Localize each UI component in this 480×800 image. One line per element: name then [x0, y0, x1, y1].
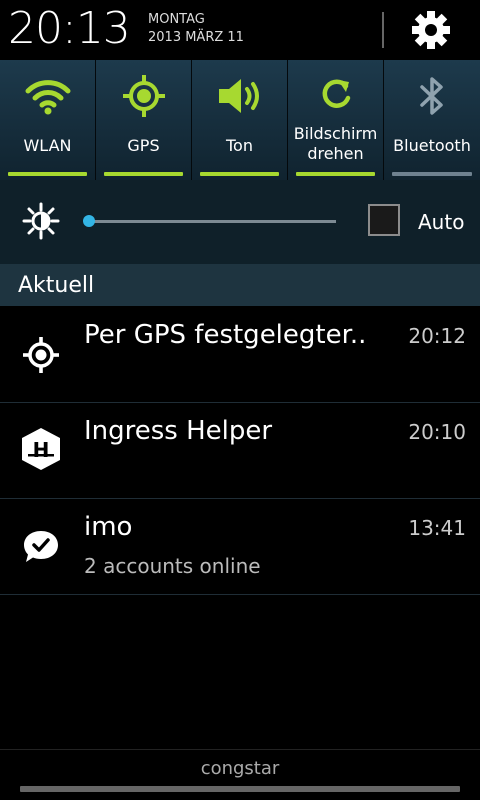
toggle-indicator — [8, 172, 87, 176]
header-divider — [382, 12, 384, 48]
auto-brightness-label: Auto — [418, 210, 465, 234]
toggle-label: Ton — [226, 136, 253, 155]
toggle-sound[interactable]: Ton — [192, 60, 288, 180]
brightness-slider-track[interactable] — [88, 220, 336, 223]
brightness-icon — [22, 202, 60, 240]
carrier-name: congstar — [200, 758, 280, 779]
section-title: Aktuell — [18, 273, 95, 298]
toggle-label: Bluetooth — [393, 136, 471, 155]
wifi-icon — [25, 80, 70, 115]
auto-brightness-checkbox[interactable] — [368, 204, 400, 236]
notification-time: 20:10 — [408, 420, 466, 444]
toggle-label: WLAN — [23, 136, 72, 155]
toggle-rotate[interactable]: Bildschirm drehen — [288, 60, 384, 180]
toggle-wlan[interactable]: WLAN — [0, 60, 96, 180]
date: 2013 MÄRZ 11 — [148, 30, 244, 45]
notification-item-imo[interactable]: imo 2 accounts online 13:41 — [0, 498, 480, 595]
quick-settings-toggles: WLAN GPS Ton Bildschirm drehen Bluetooth — [0, 60, 480, 180]
section-header: Aktuell — [0, 264, 480, 306]
toggle-indicator — [200, 172, 279, 176]
drag-handle[interactable] — [20, 786, 460, 792]
notification-item-ingress-helper[interactable]: H Ingress Helper 20:10 — [0, 402, 480, 499]
gps-target-icon — [122, 75, 165, 117]
notification-title: imo — [84, 512, 133, 542]
notification-header: 20:13 MONTAG 2013 MÄRZ 11 — [0, 0, 480, 60]
svg-text:H: H — [33, 438, 50, 462]
notification-time: 13:41 — [408, 516, 466, 540]
ingress-hexagon-icon: H — [22, 428, 60, 470]
gps-target-icon — [23, 337, 59, 373]
clock: 20:13 — [8, 3, 131, 54]
notification-title: Per GPS festgelegter.. — [84, 320, 367, 350]
toggle-indicator — [296, 172, 375, 176]
weekday: MONTAG — [148, 12, 205, 27]
toggle-label: Bildschirm drehen — [293, 124, 378, 163]
bluetooth-icon — [420, 77, 443, 115]
notification-title: Ingress Helper — [84, 416, 273, 446]
brightness-row: Auto — [0, 180, 480, 264]
toggle-label: GPS — [127, 136, 160, 155]
notification-item-gps[interactable]: Per GPS festgelegter.. 20:12 — [0, 306, 480, 403]
toggle-gps[interactable]: GPS — [96, 60, 192, 180]
imo-chat-bubble-icon — [24, 531, 58, 562]
toggle-indicator — [104, 172, 183, 176]
toggle-indicator — [392, 172, 472, 176]
speaker-icon — [218, 79, 259, 113]
toggle-bluetooth[interactable]: Bluetooth — [384, 60, 480, 180]
brightness-slider-thumb[interactable] — [83, 215, 95, 227]
rotate-icon — [322, 79, 350, 108]
gear-icon — [412, 11, 450, 49]
notification-subtitle: 2 accounts online — [84, 554, 261, 578]
notification-time: 20:12 — [408, 324, 466, 348]
carrier-divider — [0, 749, 480, 750]
settings-button[interactable] — [408, 8, 454, 52]
